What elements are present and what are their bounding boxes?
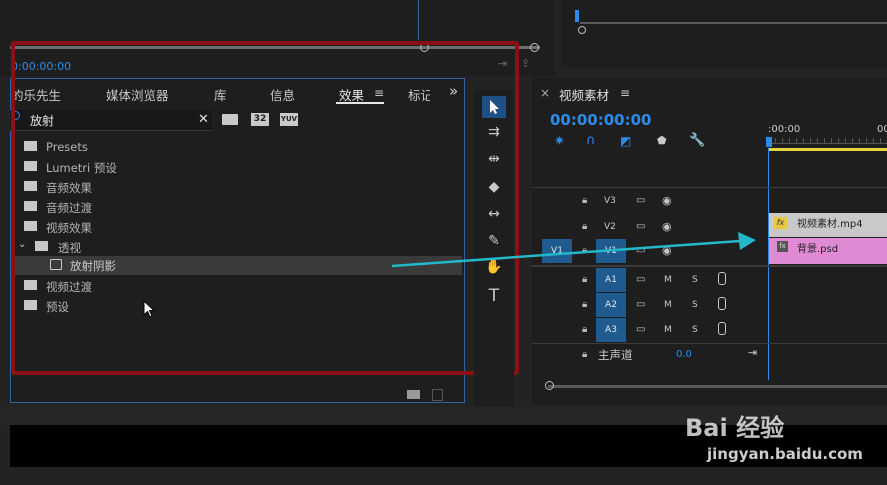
track-target-a2[interactable]: A2 bbox=[596, 293, 626, 317]
ruler-label-next: 00:0 bbox=[877, 124, 887, 135]
lock-icon[interactable]: 🔒︎ bbox=[582, 349, 587, 360]
mute-button[interactable]: M bbox=[664, 300, 672, 310]
add-marker-icon[interactable]: ⬟ bbox=[657, 134, 667, 147]
clip-background[interactable]: fx 背景.psd bbox=[769, 238, 887, 264]
fx-badge: fx bbox=[774, 217, 787, 229]
mute-button[interactable]: M bbox=[664, 275, 672, 285]
solo-button[interactable]: S bbox=[692, 325, 698, 335]
sync-icon[interactable]: ▭ bbox=[636, 195, 645, 206]
master-track[interactable]: 🔒︎ 主声道 0.0 ⇥ bbox=[532, 345, 767, 371]
track-a2[interactable]: 🔒︎ A2 ▭ M S bbox=[532, 293, 767, 319]
annotation-arrow bbox=[391, 232, 756, 268]
work-area-bar[interactable] bbox=[768, 148, 887, 151]
program-scroll-handle[interactable] bbox=[578, 26, 586, 34]
wrench-icon[interactable]: 🔧 bbox=[689, 133, 705, 148]
ruler-label-start: :00:00 bbox=[768, 124, 801, 135]
track-label: V3 bbox=[604, 196, 616, 206]
ruler-ticks bbox=[768, 138, 887, 144]
track-divider bbox=[532, 187, 887, 188]
microphone-icon[interactable] bbox=[718, 322, 726, 335]
microphone-icon[interactable] bbox=[718, 297, 726, 310]
clip-name: 背景.psd bbox=[797, 244, 839, 255]
microphone-icon[interactable] bbox=[718, 272, 726, 285]
fx-badge: fx bbox=[777, 241, 788, 252]
track-a3[interactable]: 🔒︎ A3 ▭ M S bbox=[532, 318, 767, 344]
delete-icon[interactable] bbox=[432, 389, 443, 401]
sync-icon[interactable]: ▭ bbox=[636, 274, 645, 285]
highlight-box bbox=[11, 41, 519, 375]
ripple-edit-tool[interactable]: ⇹ bbox=[482, 151, 506, 173]
baidu-watermark-logo: Bai 经验 bbox=[685, 414, 785, 442]
program-playhead-icon[interactable] bbox=[575, 10, 579, 22]
timeline-scrollbar[interactable] bbox=[548, 385, 887, 388]
lock-icon[interactable]: 🔒︎ bbox=[582, 299, 587, 310]
lock-icon[interactable]: 🔒︎ bbox=[582, 324, 587, 335]
track-target-a3[interactable]: A3 bbox=[596, 318, 626, 342]
razor-tool[interactable]: ◆ bbox=[482, 179, 506, 201]
type-tool[interactable]: T bbox=[482, 286, 506, 308]
linked-selection-icon[interactable]: ◩ bbox=[620, 134, 631, 148]
snap-icon[interactable]: ✷ bbox=[554, 134, 565, 149]
slip-tool[interactable]: ↔ bbox=[482, 206, 506, 228]
track-divider bbox=[532, 343, 887, 344]
program-scrollbar[interactable] bbox=[580, 22, 887, 24]
mute-button[interactable]: M bbox=[664, 325, 672, 335]
master-label: 主声道 bbox=[598, 348, 633, 362]
top-blue-line bbox=[418, 0, 419, 40]
timeline-menu-icon[interactable]: ≡ bbox=[620, 86, 630, 100]
master-volume-value[interactable]: 0.0 bbox=[676, 349, 692, 360]
timeline-timecode[interactable]: 00:00:00:00 bbox=[550, 111, 652, 129]
playhead-icon[interactable] bbox=[766, 137, 772, 147]
solo-button[interactable]: S bbox=[692, 300, 698, 310]
timeline-scroll-handle[interactable] bbox=[545, 381, 554, 390]
clip-name: 视频素材.mp4 bbox=[797, 219, 863, 230]
export-frame-icon[interactable]: ⇪ bbox=[521, 57, 530, 70]
sync-icon[interactable]: ▭ bbox=[636, 299, 645, 310]
go-to-end-icon[interactable]: ⇥ bbox=[748, 346, 757, 359]
baidu-watermark-url: jingyan.baidu.com bbox=[707, 445, 863, 463]
timeline-close-icon[interactable]: × bbox=[540, 86, 550, 100]
solo-button[interactable]: S bbox=[692, 275, 698, 285]
selection-tool[interactable] bbox=[482, 96, 506, 118]
clip-video[interactable]: fx 视频素材.mp4 bbox=[769, 213, 887, 237]
lock-icon[interactable]: 🔒︎ bbox=[582, 195, 587, 206]
lock-icon[interactable]: 🔒︎ bbox=[582, 274, 587, 285]
scroll-handle-right[interactable] bbox=[530, 43, 539, 52]
new-bin-icon[interactable] bbox=[407, 390, 420, 399]
magnet-icon[interactable]: ∩ bbox=[586, 133, 596, 148]
eye-icon[interactable]: ◉ bbox=[662, 194, 672, 207]
track-v3[interactable]: 🔒︎ V3 ▭ ◉ bbox=[532, 189, 767, 215]
timeline-title[interactable]: 视频素材 bbox=[559, 85, 609, 104]
sync-icon[interactable]: ▭ bbox=[636, 324, 645, 335]
track-select-tool[interactable]: ⇉ bbox=[482, 124, 506, 146]
program-monitor-strip bbox=[562, 0, 887, 68]
